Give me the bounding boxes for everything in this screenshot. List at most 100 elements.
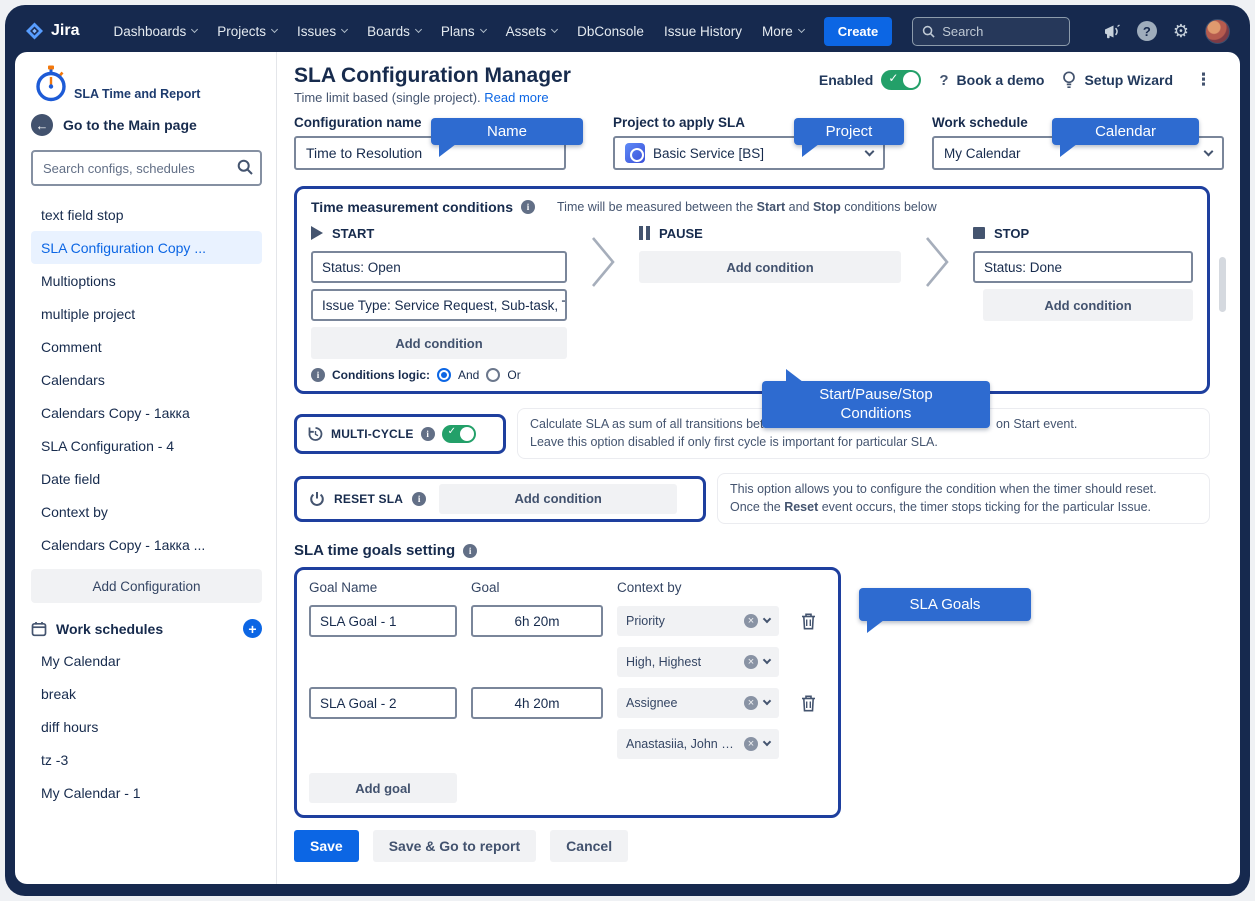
back-to-main-link[interactable]: ← Go to the Main page bbox=[31, 114, 262, 136]
read-more-link[interactable]: Read more bbox=[484, 90, 548, 105]
reset-desc-line1: This option allows you to configure the … bbox=[730, 481, 1197, 499]
delete-goal-1-button[interactable] bbox=[793, 605, 823, 637]
config-item[interactable]: SLA Configuration - 4 bbox=[31, 429, 262, 462]
more-menu-button[interactable]: ⋮ bbox=[1191, 70, 1216, 90]
app-name: SLA Time and Report bbox=[74, 87, 200, 104]
nav-issues[interactable]: Issues bbox=[287, 24, 357, 39]
column-separator bbox=[567, 223, 639, 383]
trash-icon bbox=[801, 613, 816, 630]
start-condition-status[interactable]: Status: Open bbox=[311, 251, 567, 283]
main-scrollbar[interactable] bbox=[1219, 257, 1226, 312]
save-button[interactable]: Save bbox=[294, 830, 359, 862]
announcements-icon[interactable] bbox=[1104, 24, 1121, 39]
goal-name-column-header: Goal Name bbox=[309, 580, 457, 595]
nav-issue-history[interactable]: Issue History bbox=[654, 24, 752, 39]
sidebar-search bbox=[31, 150, 262, 186]
work-schedules-header: Work schedules + bbox=[31, 619, 262, 638]
nav-dbconsole-label: DbConsole bbox=[577, 24, 644, 39]
gear-icon[interactable]: ⚙ bbox=[1173, 22, 1189, 40]
reset-desc-text: event occurs, the timer stops ticking fo… bbox=[818, 500, 1151, 514]
logic-or-radio[interactable] bbox=[486, 368, 500, 382]
add-schedule-button[interactable]: + bbox=[243, 619, 262, 638]
info-icon[interactable] bbox=[412, 492, 426, 506]
info-icon[interactable] bbox=[521, 200, 535, 214]
back-to-main-label: Go to the Main page bbox=[63, 117, 197, 133]
time-measurement-conditions-box: Time measurement conditions Time will be… bbox=[294, 186, 1210, 394]
goal-2-context-values-select[interactable]: Anastasiia, John Smit... bbox=[617, 729, 779, 759]
nav-plans[interactable]: Plans bbox=[431, 24, 496, 39]
nav-dbconsole[interactable]: DbConsole bbox=[567, 24, 654, 39]
main-header: SLA Configuration Manager Time limit bas… bbox=[294, 64, 1240, 105]
schedule-item[interactable]: break bbox=[31, 677, 262, 710]
goal-1-context-values-select[interactable]: High, Highest bbox=[617, 647, 779, 677]
chevron-right-icon bbox=[590, 235, 616, 289]
create-button[interactable]: Create bbox=[824, 17, 892, 46]
multi-cycle-box: MULTI-CYCLE bbox=[294, 414, 506, 454]
config-item[interactable]: Calendars Copy - 1акка bbox=[31, 396, 262, 429]
project-avatar bbox=[625, 143, 645, 163]
clear-icon[interactable] bbox=[744, 696, 758, 710]
jira-logo-icon bbox=[25, 22, 44, 41]
config-item-selected[interactable]: SLA Configuration Copy ... bbox=[31, 231, 262, 264]
config-item[interactable]: Comment bbox=[31, 330, 262, 363]
jira-logo[interactable]: Jira bbox=[25, 22, 79, 41]
schedule-item[interactable]: My Calendar - 1 bbox=[31, 776, 262, 809]
enabled-toggle[interactable] bbox=[881, 70, 921, 90]
config-item[interactable]: Date field bbox=[31, 462, 262, 495]
goal-1-context-select[interactable]: Priority bbox=[617, 606, 779, 636]
config-item[interactable]: Calendars Copy - 1акка ... bbox=[31, 528, 262, 561]
start-add-condition-button[interactable]: Add condition bbox=[311, 327, 567, 359]
chevron-down-icon bbox=[480, 26, 487, 33]
stopwatch-icon bbox=[31, 64, 71, 104]
navbar-search-input[interactable]: Search bbox=[912, 17, 1070, 46]
clear-icon[interactable] bbox=[744, 737, 758, 751]
config-item[interactable]: multiple project bbox=[31, 297, 262, 330]
schedule-item[interactable]: diff hours bbox=[31, 710, 262, 743]
save-go-report-button[interactable]: Save & Go to report bbox=[373, 830, 536, 862]
schedule-item[interactable]: My Calendar bbox=[31, 644, 262, 677]
setup-wizard-button[interactable]: Setup Wizard bbox=[1062, 71, 1173, 89]
config-item[interactable]: Context by bbox=[31, 495, 262, 528]
goal-1-value-input[interactable] bbox=[471, 605, 603, 637]
multi-cycle-toggle[interactable] bbox=[442, 425, 476, 443]
goal-2-name-input[interactable] bbox=[309, 687, 457, 719]
stop-add-condition-button[interactable]: Add condition bbox=[983, 289, 1193, 321]
config-item[interactable]: text field stop bbox=[31, 198, 262, 231]
add-goal-button[interactable]: Add goal bbox=[309, 773, 457, 803]
help-icon[interactable]: ? bbox=[1137, 21, 1157, 41]
cancel-button[interactable]: Cancel bbox=[550, 830, 628, 862]
pause-add-condition-button[interactable]: Add condition bbox=[639, 251, 901, 283]
pause-icon bbox=[639, 226, 650, 240]
schedule-item[interactable]: tz -3 bbox=[31, 743, 262, 776]
config-item[interactable]: Calendars bbox=[31, 363, 262, 396]
goal-2-value-input[interactable] bbox=[471, 687, 603, 719]
footer-actions: Save Save & Go to report Cancel bbox=[294, 830, 1240, 862]
chevron-down-icon bbox=[763, 656, 771, 664]
reset-add-condition-button[interactable]: Add condition bbox=[439, 484, 677, 514]
sidebar-search-input[interactable] bbox=[31, 150, 262, 186]
logic-and-radio[interactable] bbox=[437, 368, 451, 382]
setup-wizard-label: Setup Wizard bbox=[1084, 72, 1173, 88]
nav-assets[interactable]: Assets bbox=[496, 24, 568, 39]
nav-boards[interactable]: Boards bbox=[357, 24, 431, 39]
goal-1-name-input[interactable] bbox=[309, 605, 457, 637]
delete-goal-2-button[interactable] bbox=[793, 687, 823, 719]
stop-icon bbox=[973, 227, 985, 239]
clear-icon[interactable] bbox=[744, 655, 758, 669]
user-avatar[interactable] bbox=[1205, 19, 1230, 44]
goal-2-context-select[interactable]: Assignee bbox=[617, 688, 779, 718]
nav-dashboards[interactable]: Dashboards bbox=[103, 24, 207, 39]
config-item[interactable]: Multioptions bbox=[31, 264, 262, 297]
stop-condition-status[interactable]: Status: Done bbox=[973, 251, 1193, 283]
add-configuration-button[interactable]: Add Configuration bbox=[31, 569, 262, 603]
start-condition-issue-type[interactable]: Issue Type: Service Request, Sub-task, T… bbox=[311, 289, 567, 321]
conditions-logic-row: Conditions logic: And Or bbox=[311, 367, 567, 383]
info-icon[interactable] bbox=[463, 544, 477, 558]
nav-projects[interactable]: Projects bbox=[207, 24, 287, 39]
nav-more[interactable]: More bbox=[752, 24, 814, 39]
book-demo-button[interactable]: ? Book a demo bbox=[939, 72, 1044, 89]
info-icon[interactable] bbox=[311, 368, 325, 382]
clear-icon[interactable] bbox=[744, 614, 758, 628]
subtitle-text: Time limit based (single project). bbox=[294, 90, 481, 105]
info-icon[interactable] bbox=[421, 427, 435, 441]
